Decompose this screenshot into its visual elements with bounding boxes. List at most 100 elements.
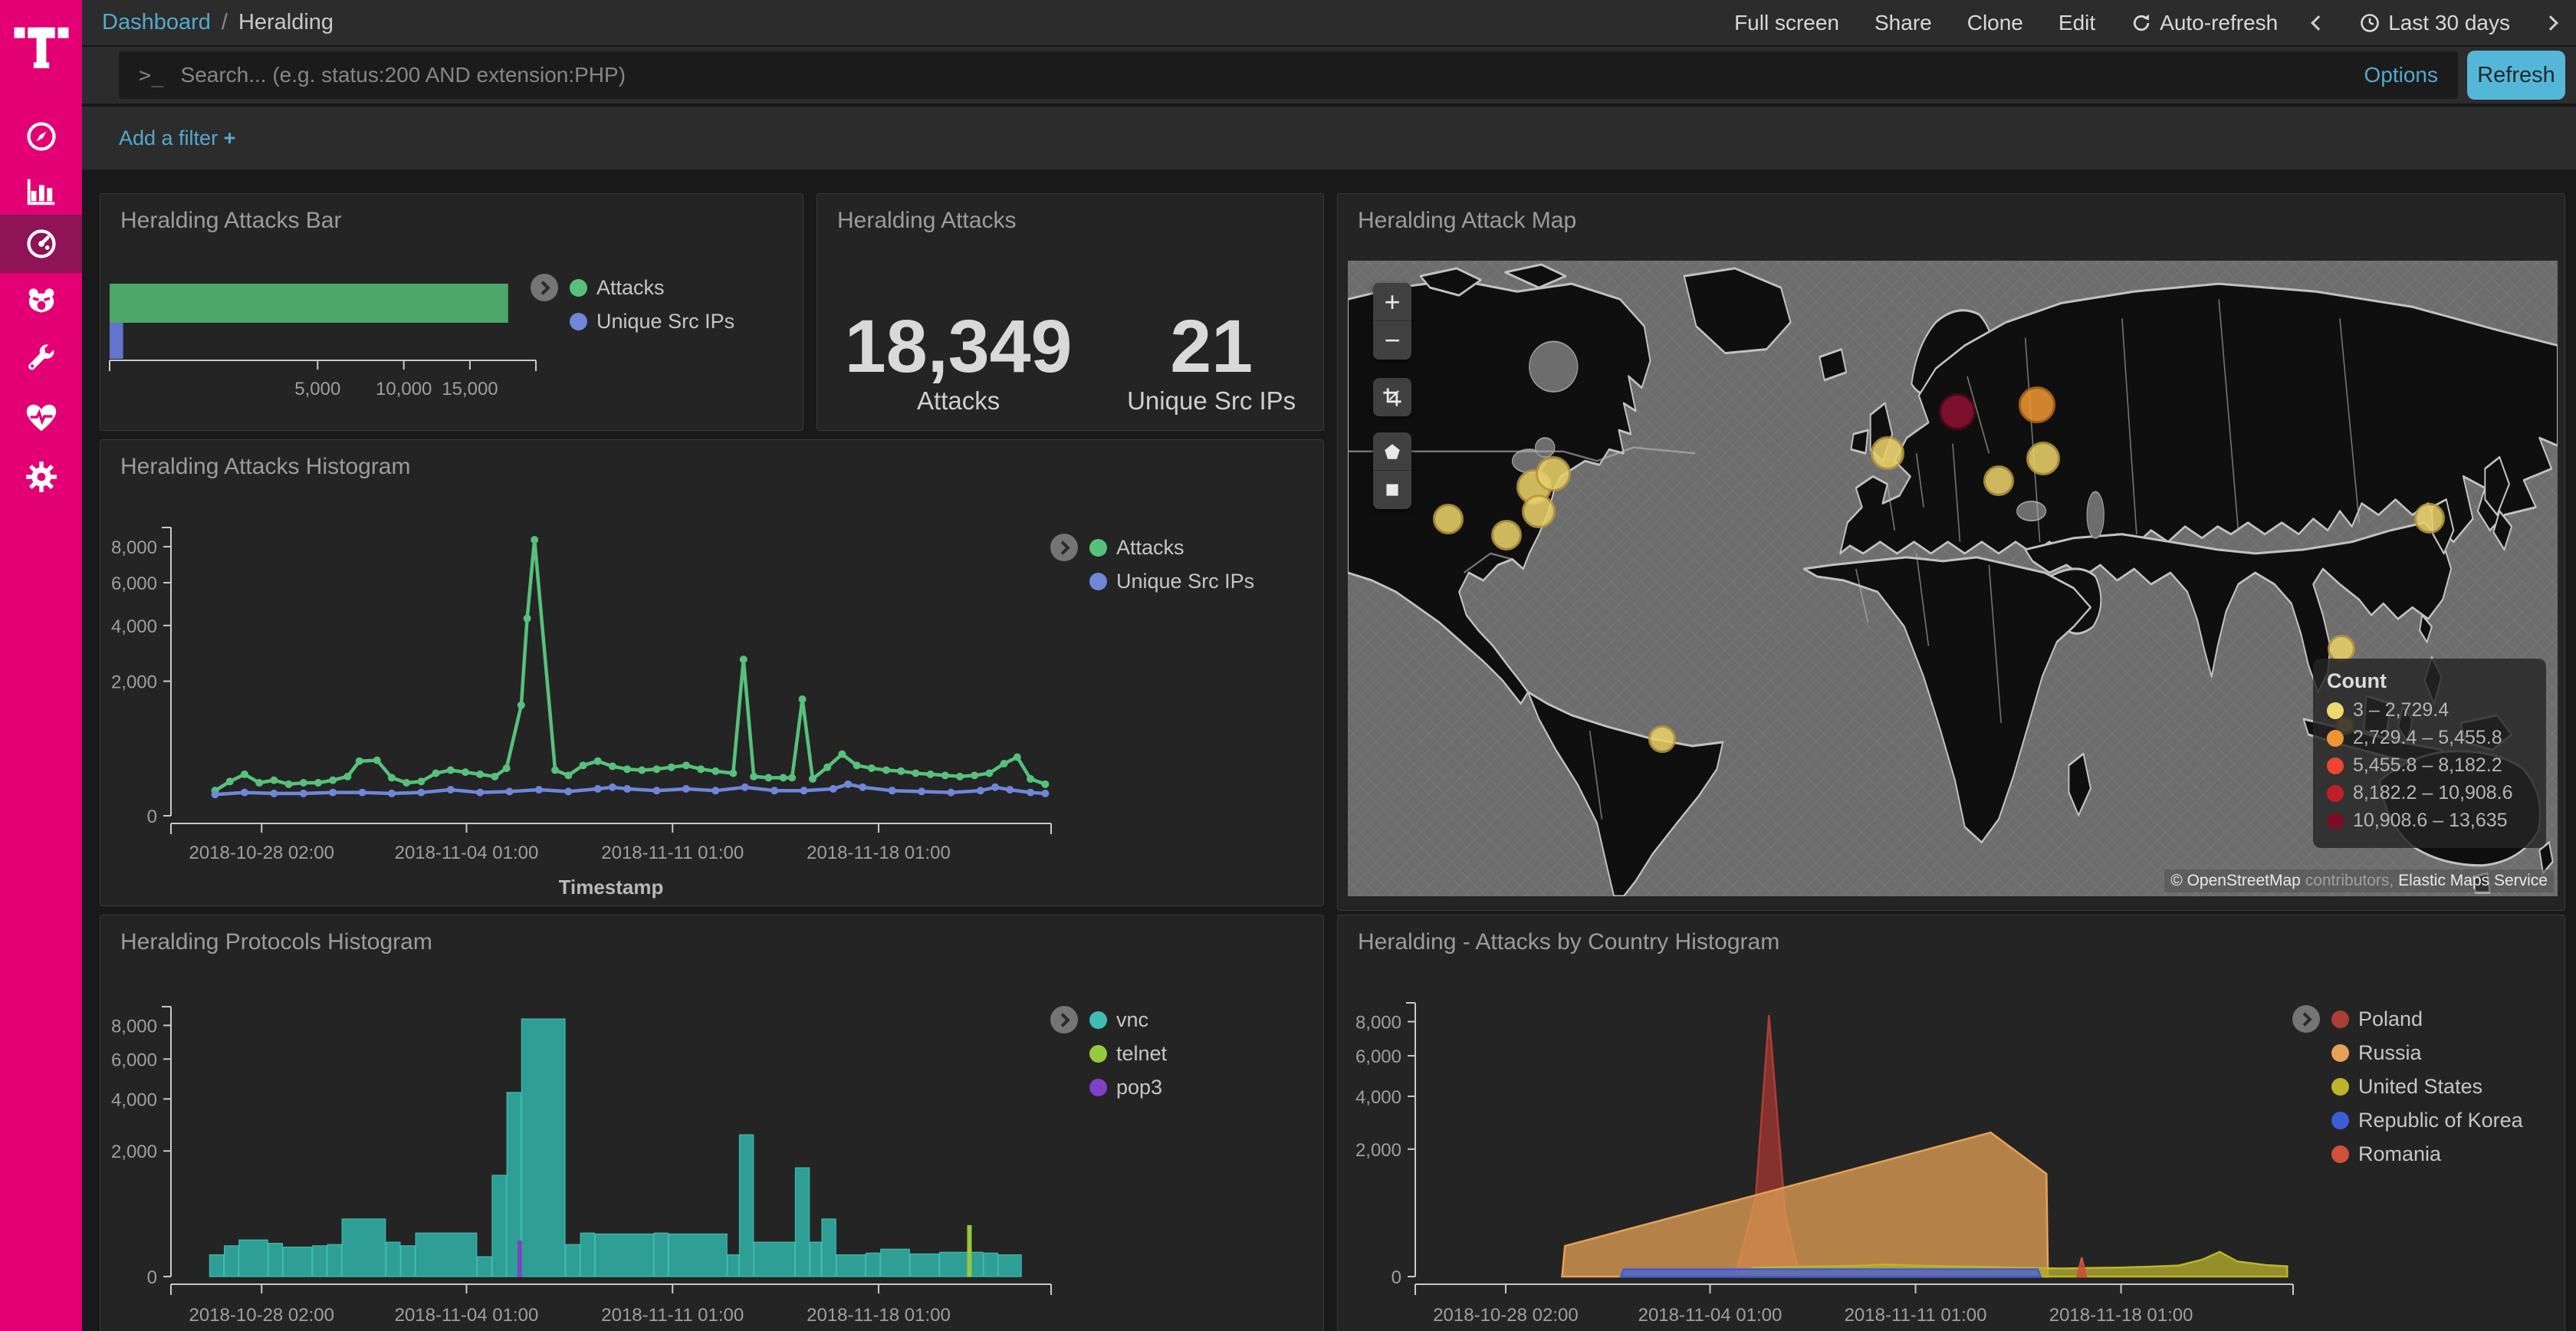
- crop-icon: [1382, 386, 1403, 408]
- share-button[interactable]: Share: [1875, 11, 1932, 35]
- legend-toggle-icon[interactable]: [531, 274, 558, 301]
- t-logo[interactable]: [12, 14, 71, 83]
- zoom-out-button[interactable]: −: [1373, 321, 1411, 360]
- attacks-histogram-chart[interactable]: 02,0004,0006,0008,0002018-10-28 02:00201…: [100, 440, 1322, 904]
- legend: Attacks Unique Src IPs: [531, 274, 734, 334]
- fit-bounds-button[interactable]: [1373, 378, 1411, 416]
- legend-dot: [1089, 1011, 1107, 1029]
- legend-item[interactable]: Attacks: [570, 276, 734, 300]
- svg-text:10,000: 10,000: [376, 379, 432, 399]
- sidebar-item-management[interactable]: [0, 448, 82, 506]
- map-attack-marker[interactable]: [1522, 495, 1556, 528]
- legend-item[interactable]: Unique Src IPs: [1089, 570, 1254, 593]
- legend: Attacks Unique Src IPs: [1050, 534, 1254, 593]
- map-attack-marker[interactable]: [1983, 465, 2014, 496]
- chevron-right-icon: [2543, 15, 2558, 31]
- ems-link[interactable]: Elastic Maps Service: [2398, 872, 2548, 889]
- legend-dot: [2327, 813, 2344, 830]
- legend-dot: [2327, 758, 2344, 774]
- svg-text:6,000: 6,000: [111, 573, 157, 594]
- svg-text:0: 0: [147, 1267, 157, 1288]
- options-link[interactable]: Options: [2364, 63, 2439, 87]
- metric-value: 21: [1127, 309, 1296, 383]
- svg-text:8,000: 8,000: [111, 1016, 157, 1037]
- svg-text:8,000: 8,000: [1355, 1013, 1401, 1034]
- search-input[interactable]: [179, 62, 2349, 88]
- panel-title: Heralding Attacks: [837, 208, 1016, 234]
- map-attack-marker[interactable]: [2414, 503, 2445, 534]
- heart-pulse-icon: [24, 400, 59, 435]
- map-attribution: © OpenStreetMap contributors, Elastic Ma…: [2164, 869, 2554, 892]
- edit-button[interactable]: Edit: [2058, 11, 2095, 35]
- search-box[interactable]: >_ Options: [119, 51, 2458, 99]
- map-attack-marker[interactable]: [1491, 520, 1522, 550]
- legend-item[interactable]: Republic of Korea: [2331, 1109, 2523, 1132]
- full-screen-button[interactable]: Full screen: [1734, 11, 1839, 35]
- filter-row: Add a filter +: [82, 104, 2576, 169]
- plus-icon: +: [224, 127, 236, 150]
- legend-toggle-icon[interactable]: [1050, 534, 1078, 561]
- svg-text:2018-11-18 01:00: 2018-11-18 01:00: [807, 1305, 951, 1326]
- legend-dot: [2327, 785, 2344, 802]
- zoom-in-button[interactable]: +: [1373, 283, 1411, 321]
- add-filter-button[interactable]: Add a filter +: [119, 127, 235, 150]
- sidebar-item-tpot[interactable]: [0, 272, 82, 330]
- svg-text:2018-11-11 01:00: 2018-11-11 01:00: [1845, 1305, 1987, 1326]
- auto-refresh-button[interactable]: Auto-refresh: [2131, 11, 2278, 35]
- sidebar-item-monitoring[interactable]: [0, 389, 82, 447]
- time-back-button[interactable]: [2313, 18, 2324, 28]
- sidebar-item-devtools[interactable]: [0, 330, 82, 388]
- sidebar-item-discover[interactable]: [0, 107, 82, 166]
- map-attack-marker[interactable]: [1871, 436, 1904, 470]
- panel-country-histogram: Heralding - Attacks by Country Histogram…: [1337, 915, 2565, 1331]
- breadcrumb-current: Heralding: [238, 10, 334, 35]
- svg-text:4,000: 4,000: [111, 616, 157, 637]
- nav-actions: Full screen Share Clone Edit Auto-refres…: [1734, 11, 2556, 35]
- svg-text:2018-11-04 01:00: 2018-11-04 01:00: [395, 1305, 539, 1326]
- legend-item[interactable]: United States: [2331, 1075, 2523, 1099]
- sidebar-item-dashboard[interactable]: [0, 215, 82, 273]
- legend-toggle-icon[interactable]: [1050, 1006, 1078, 1034]
- legend-dot: [2331, 1112, 2349, 1129]
- panel-attack-map: Heralding Attack Map: [1337, 193, 2565, 911]
- time-range-picker[interactable]: Last 30 days: [2359, 11, 2510, 35]
- legend-item[interactable]: Romania: [2331, 1142, 2523, 1166]
- map-attack-marker[interactable]: [2026, 442, 2060, 475]
- query-prompt-icon: >_: [139, 64, 164, 87]
- legend-item[interactable]: Unique Src IPs: [570, 310, 734, 334]
- draw-polygon-button[interactable]: [1373, 432, 1411, 471]
- draw-rectangle-button[interactable]: [1373, 471, 1411, 509]
- legend-item[interactable]: vnc: [1089, 1008, 1167, 1032]
- panel-attacks-metric: Heralding Attacks 18,349 Attacks 21 Uniq…: [816, 193, 1324, 431]
- legend-item[interactable]: Attacks: [1089, 536, 1254, 560]
- map-attack-marker[interactable]: [1536, 456, 1571, 491]
- breadcrumb-dashboard-link[interactable]: Dashboard: [102, 10, 211, 35]
- refresh-button[interactable]: Refresh: [2467, 51, 2565, 100]
- world-map[interactable]: + −: [1348, 261, 2558, 896]
- search-row: >_ Options Refresh: [82, 47, 2576, 104]
- svg-text:2018-10-28 02:00: 2018-10-28 02:00: [1433, 1305, 1579, 1326]
- sidebar-item-visualize[interactable]: [0, 162, 82, 220]
- pentagon-icon: [1382, 442, 1402, 462]
- breadcrumb-separator: /: [222, 10, 228, 35]
- legend-title: Count: [2327, 669, 2532, 693]
- breadcrumb: Dashboard / Heralding: [102, 10, 334, 35]
- top-nav: Dashboard / Heralding Full screen Share …: [82, 0, 2576, 47]
- legend-dot: [1089, 573, 1107, 590]
- svg-text:2018-11-18 01:00: 2018-11-18 01:00: [807, 843, 951, 863]
- legend-dot: [2331, 1078, 2349, 1096]
- map-zoom-controls: + −: [1373, 283, 1411, 360]
- time-forward-button[interactable]: [2545, 18, 2556, 28]
- panel-attacks-bar: Heralding Attacks Bar 5,00010,00015,000 …: [100, 193, 803, 431]
- legend-toggle-icon[interactable]: [2292, 1005, 2320, 1033]
- gear-icon: [24, 459, 59, 495]
- legend-item[interactable]: telnet: [1089, 1042, 1167, 1066]
- legend-item[interactable]: Russia: [2331, 1041, 2523, 1065]
- clone-button[interactable]: Clone: [1967, 11, 2023, 35]
- panel-title: Heralding Attack Map: [1358, 208, 1576, 234]
- legend-item[interactable]: Poland: [2331, 1007, 2523, 1031]
- legend-item[interactable]: pop3: [1089, 1076, 1167, 1099]
- svg-text:2018-10-28 02:00: 2018-10-28 02:00: [189, 843, 335, 863]
- protocols-histogram-chart[interactable]: 02,0004,0006,0008,0002018-10-28 02:00201…: [100, 915, 1322, 1331]
- osm-link[interactable]: OpenStreetMap: [2187, 872, 2301, 889]
